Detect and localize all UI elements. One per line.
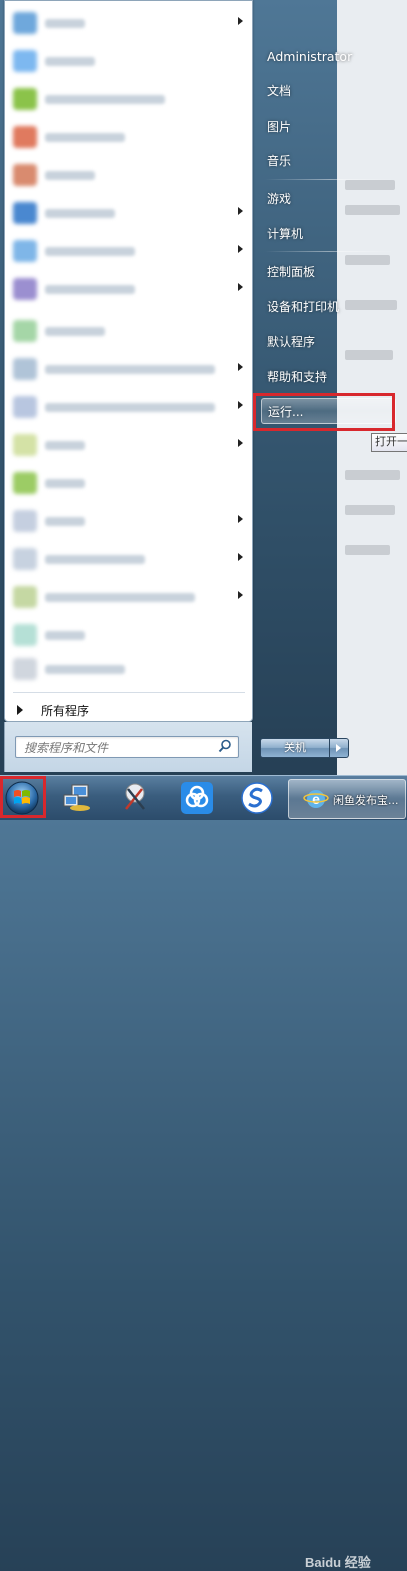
shutdown-button[interactable]: 关机 — [260, 738, 330, 758]
program-item[interactable] — [11, 123, 247, 151]
control-panel-link[interactable]: 控制面板 — [261, 258, 396, 284]
arrow-right-icon — [336, 744, 341, 752]
program-item[interactable] — [11, 507, 247, 535]
program-item[interactable] — [11, 431, 247, 459]
pictures-link[interactable]: 图片 — [261, 113, 396, 139]
all-programs-button[interactable]: 所有程序 — [11, 698, 247, 721]
help-support-link[interactable]: 帮助和支持 — [261, 363, 396, 389]
arrow-right-icon — [17, 705, 23, 715]
submenu-arrow-icon — [238, 439, 243, 447]
program-item[interactable] — [11, 393, 247, 421]
program-item[interactable] — [11, 47, 247, 75]
right-panel: Administrator 文档 图片 音乐 游戏 计算机 控制面板 设备和打印… — [251, 0, 407, 775]
taskbar-window-button[interactable]: e 闲鱼发布宝... — [288, 779, 406, 819]
network-computers-icon[interactable] — [60, 781, 94, 815]
start-menu: 所有程序 Administrator 文档 图片 音乐 游戏 计算机 控制面板 … — [0, 0, 407, 775]
start-highlight-box — [0, 776, 46, 818]
program-item[interactable] — [11, 355, 247, 383]
program-item[interactable] — [11, 237, 247, 265]
computer-link[interactable]: 计算机 — [261, 220, 396, 246]
submenu-arrow-icon — [238, 553, 243, 561]
devices-printers-link[interactable]: 设备和打印机 — [261, 293, 396, 319]
program-item[interactable] — [11, 583, 247, 611]
separator — [13, 692, 245, 693]
program-item[interactable] — [11, 275, 247, 303]
all-programs-label: 所有程序 — [41, 703, 90, 718]
search-box[interactable] — [15, 736, 239, 758]
taskbar: e 闲鱼发布宝... Baidu 经验 — [0, 775, 407, 1570]
program-list-panel: 所有程序 — [4, 0, 253, 722]
submenu-arrow-icon — [238, 17, 243, 25]
program-item[interactable] — [11, 199, 247, 227]
program-item[interactable] — [11, 9, 247, 37]
run-tooltip: 打开一 — [371, 433, 407, 452]
search-icon[interactable] — [218, 739, 232, 753]
search-area — [4, 722, 252, 772]
separator — [265, 251, 395, 252]
submenu-arrow-icon — [238, 591, 243, 599]
scissors-app-icon[interactable] — [118, 781, 152, 815]
submenu-arrow-icon — [238, 245, 243, 253]
shutdown-options-button[interactable] — [330, 738, 349, 758]
submenu-arrow-icon — [238, 515, 243, 523]
separator — [265, 179, 395, 180]
search-input[interactable] — [22, 739, 216, 756]
baidu-netdisk-icon[interactable] — [180, 781, 214, 815]
submenu-arrow-icon — [238, 401, 243, 409]
submenu-arrow-icon — [238, 207, 243, 215]
program-item[interactable] — [11, 317, 247, 345]
baidu-watermark: Baidu 经验 — [305, 1555, 371, 1570]
user-name-link[interactable]: Administrator — [261, 43, 396, 69]
run-link[interactable]: 运行... — [261, 398, 396, 424]
sogou-icon[interactable] — [240, 781, 274, 815]
default-programs-link[interactable]: 默认程序 — [261, 328, 396, 354]
documents-link[interactable]: 文档 — [261, 77, 396, 103]
shutdown-group: 关机 — [260, 738, 349, 758]
program-item[interactable] — [11, 85, 247, 113]
taskbar-window-label: 闲鱼发布宝... — [333, 794, 399, 807]
program-item[interactable] — [11, 621, 247, 649]
submenu-arrow-icon — [238, 283, 243, 291]
program-item[interactable] — [11, 161, 247, 189]
program-item[interactable] — [11, 469, 247, 497]
submenu-arrow-icon — [238, 363, 243, 371]
music-link[interactable]: 音乐 — [261, 147, 396, 173]
program-item[interactable] — [11, 655, 247, 683]
games-link[interactable]: 游戏 — [261, 185, 396, 211]
ie-browser-icon: e — [303, 790, 329, 808]
program-item[interactable] — [11, 545, 247, 573]
